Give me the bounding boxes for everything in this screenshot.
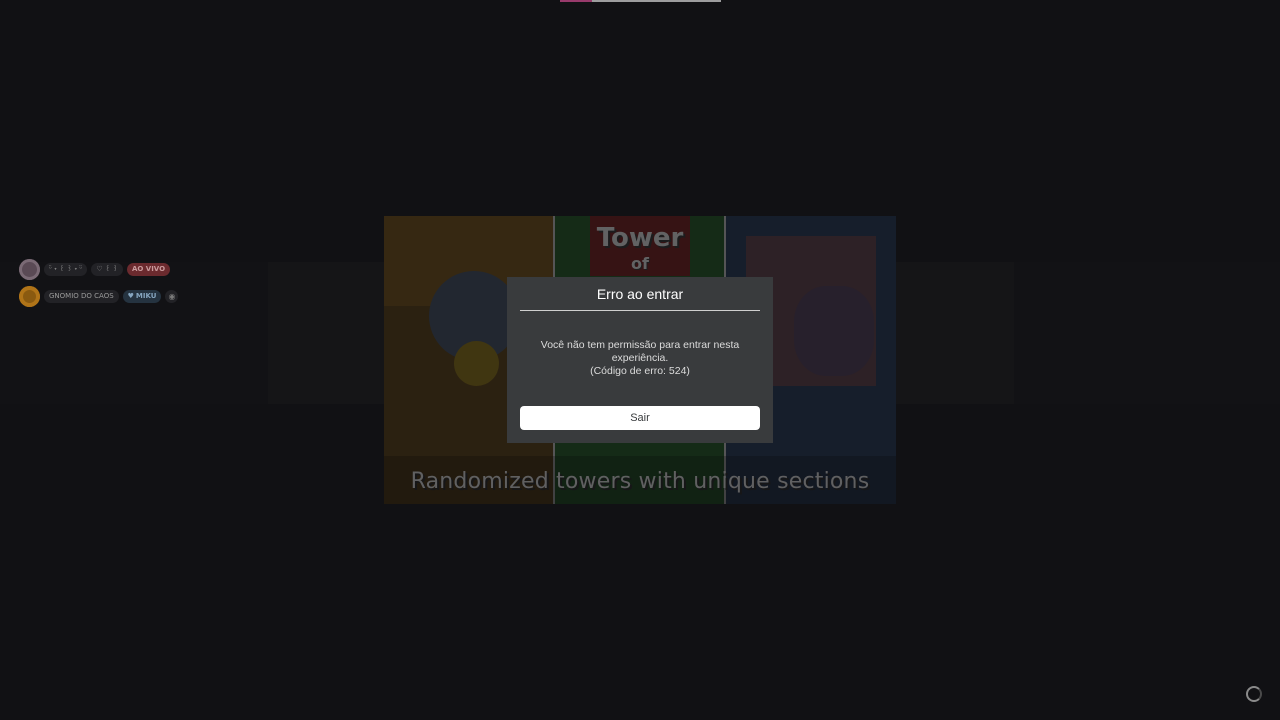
thumbnail-title: Tower [596,223,684,253]
live-badge: AO VIVO [126,262,171,276]
thumbnail-caption: Randomized towers with unique sections [410,469,870,494]
feed-item: ᵕ̈ ˖ ꒰ ꒱ ˖ ᵕ̈ ♡ ꒰ ꒱ AO VIVO [19,258,171,280]
loading-progress-fill [560,0,593,2]
dialog-message-text: Você não tem permissão para entrar nesta… [540,339,740,364]
game-loading-screen: Tower of Randomized towers with unique s… [0,0,1280,720]
user-avatar-icon [19,285,40,307]
feed-user-name: GNOMIO DO CAOS [44,289,119,303]
dialog-message: Você não tem permissão para entrar nesta… [520,339,760,378]
dialog-title: Erro ao entrar [596,286,684,302]
thumbnail-decoration [794,286,874,376]
feed-user-badge: ♡ ꒰ ꒱ [91,262,123,276]
user-avatar-icon [19,258,40,280]
feed-user-name: ᵕ̈ ˖ ꒰ ꒱ ˖ ᵕ̈ [44,262,88,276]
feed-item: GNOMIO DO CAOS ♥ MIKU ◉ [19,285,179,307]
error-dialog: Erro ao entrar Você não tem permissão pa… [507,277,773,443]
leave-button[interactable]: Sair [520,406,760,430]
dialog-error-code: (Código de erro: 524) [590,365,690,377]
eye-icon: ◉ [165,289,179,303]
feed-user-badge-label: MIKU [135,291,157,300]
loading-spinner-icon [1246,686,1262,702]
heart-icon: ♥ [127,291,134,300]
dialog-divider [520,310,760,311]
loading-progress-bar [560,0,721,2]
thumbnail-title-of: of [631,254,649,273]
feed-user-badge: ♥ MIKU [122,289,162,303]
thumbnail-decoration [454,341,499,386]
